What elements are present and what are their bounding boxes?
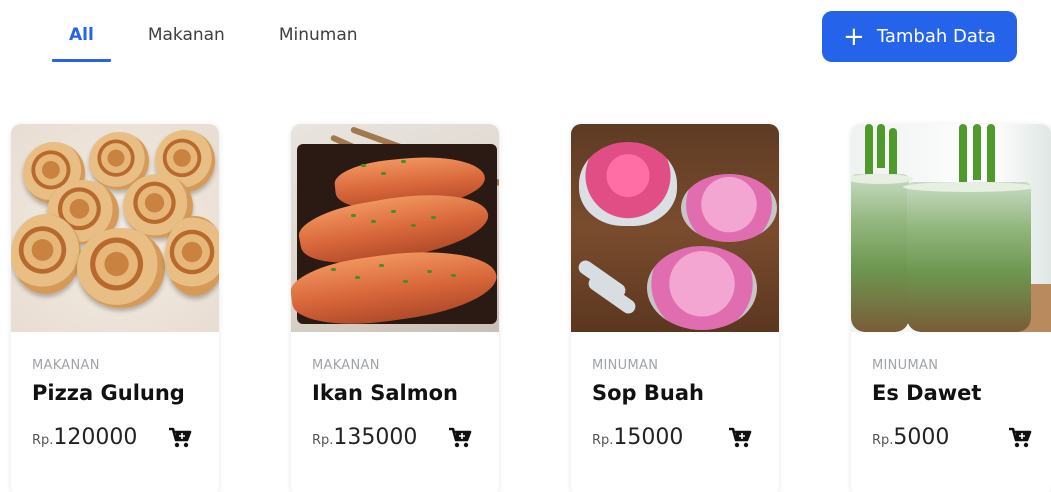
- product-category: MAKANAN: [32, 358, 100, 373]
- product-card[interactable]: MAKANAN Pizza Gulung Rp.120000: [11, 124, 219, 492]
- add-data-button[interactable]: + Tambah Data: [822, 11, 1017, 62]
- product-category: MINUMAN: [592, 358, 659, 373]
- es-dawet-image: [851, 124, 1051, 332]
- add-to-cart-icon[interactable]: [1008, 427, 1032, 449]
- tab-minuman[interactable]: Minuman: [262, 20, 375, 62]
- salmon-fillet-image: [291, 124, 499, 332]
- product-name: Pizza Gulung: [32, 381, 185, 405]
- category-tabs: All Makanan Minuman: [52, 20, 395, 62]
- product-card[interactable]: MINUMAN Sop Buah Rp.15000: [571, 124, 779, 492]
- product-category: MAKANAN: [312, 358, 380, 373]
- add-to-cart-icon[interactable]: [168, 427, 192, 449]
- product-category: MINUMAN: [872, 358, 939, 373]
- product-name: Ikan Salmon: [312, 381, 458, 405]
- product-price: Rp.15000: [592, 425, 684, 450]
- pizza-rolls-image: [11, 124, 219, 332]
- fruit-soup-image: [571, 124, 779, 332]
- add-to-cart-icon[interactable]: [728, 427, 752, 449]
- product-name: Es Dawet: [872, 381, 982, 405]
- tab-all[interactable]: All: [52, 20, 111, 62]
- product-price: Rp.135000: [312, 425, 418, 450]
- add-to-cart-icon[interactable]: [448, 427, 472, 449]
- plus-icon: +: [843, 21, 865, 52]
- product-price: Rp.120000: [32, 425, 138, 450]
- product-price: Rp.5000: [872, 425, 950, 450]
- add-data-label: Tambah Data: [876, 26, 996, 47]
- product-card[interactable]: MAKANAN Ikan Salmon Rp.135000: [291, 124, 499, 492]
- product-name: Sop Buah: [592, 381, 704, 405]
- tab-makanan[interactable]: Makanan: [131, 20, 242, 62]
- product-card[interactable]: MINUMAN Es Dawet Rp.5000: [851, 124, 1051, 492]
